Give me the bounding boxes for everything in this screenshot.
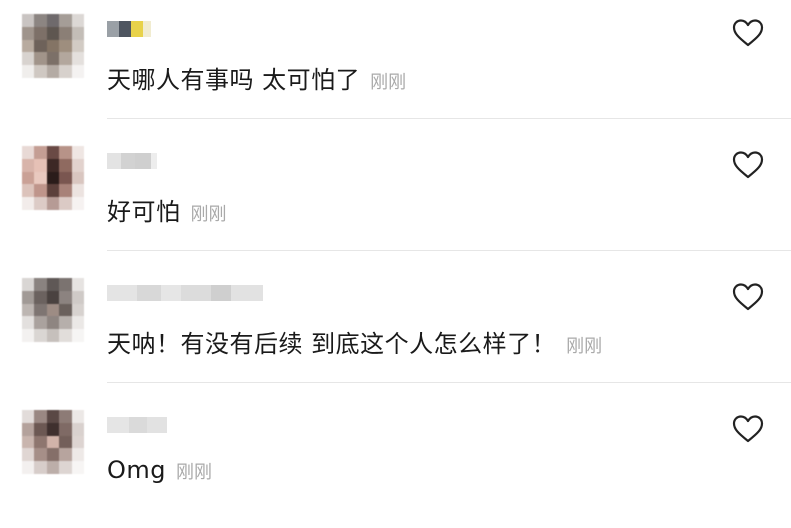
comment-body: 天呐！有没有后续 到底这个人怎么样了！	[107, 330, 557, 358]
heart-outline-icon	[732, 151, 764, 179]
username[interactable]	[107, 150, 157, 172]
divider	[107, 118, 791, 119]
username[interactable]	[107, 414, 167, 436]
comment-list: 天哪人有事吗 太可怕了 刚刚 好可怕 刚刚 天呐！有没有后续 到底这个人怎么样了…	[0, 0, 791, 507]
comment-item: 好可怕 刚刚	[0, 132, 791, 264]
comment-timestamp: 刚刚	[566, 336, 603, 357]
comment-timestamp: 刚刚	[176, 462, 213, 483]
comment-body: 好可怕	[107, 198, 181, 226]
heart-outline-icon	[732, 19, 764, 47]
like-button[interactable]	[728, 277, 768, 317]
avatar[interactable]	[22, 278, 84, 342]
like-button[interactable]	[728, 145, 768, 185]
avatar[interactable]	[22, 146, 84, 210]
comment-timestamp: 刚刚	[190, 204, 227, 225]
comment-text: 天呐！有没有后续 到底这个人怎么样了！ 刚刚	[107, 324, 602, 359]
comment-item: 天哪人有事吗 太可怕了 刚刚	[0, 0, 791, 132]
comment-item: 天呐！有没有后续 到底这个人怎么样了！ 刚刚	[0, 264, 791, 396]
comment-body: 天哪人有事吗 太可怕了	[107, 66, 361, 94]
comment-body: Omg	[107, 456, 167, 484]
heart-outline-icon	[732, 283, 764, 311]
avatar[interactable]	[22, 14, 84, 78]
avatar[interactable]	[22, 410, 84, 474]
username[interactable]	[107, 282, 263, 304]
username[interactable]	[107, 18, 151, 40]
comment-text: 好可怕 刚刚	[107, 192, 227, 227]
comment-text: 天哪人有事吗 太可怕了 刚刚	[107, 60, 406, 95]
comment-text: Omg 刚刚	[107, 456, 212, 484]
like-button[interactable]	[728, 409, 768, 449]
comment-item: Omg 刚刚	[0, 396, 791, 528]
like-button[interactable]	[728, 13, 768, 53]
heart-outline-icon	[732, 415, 764, 443]
comment-timestamp: 刚刚	[370, 72, 407, 93]
divider	[107, 250, 791, 251]
divider	[107, 382, 791, 383]
